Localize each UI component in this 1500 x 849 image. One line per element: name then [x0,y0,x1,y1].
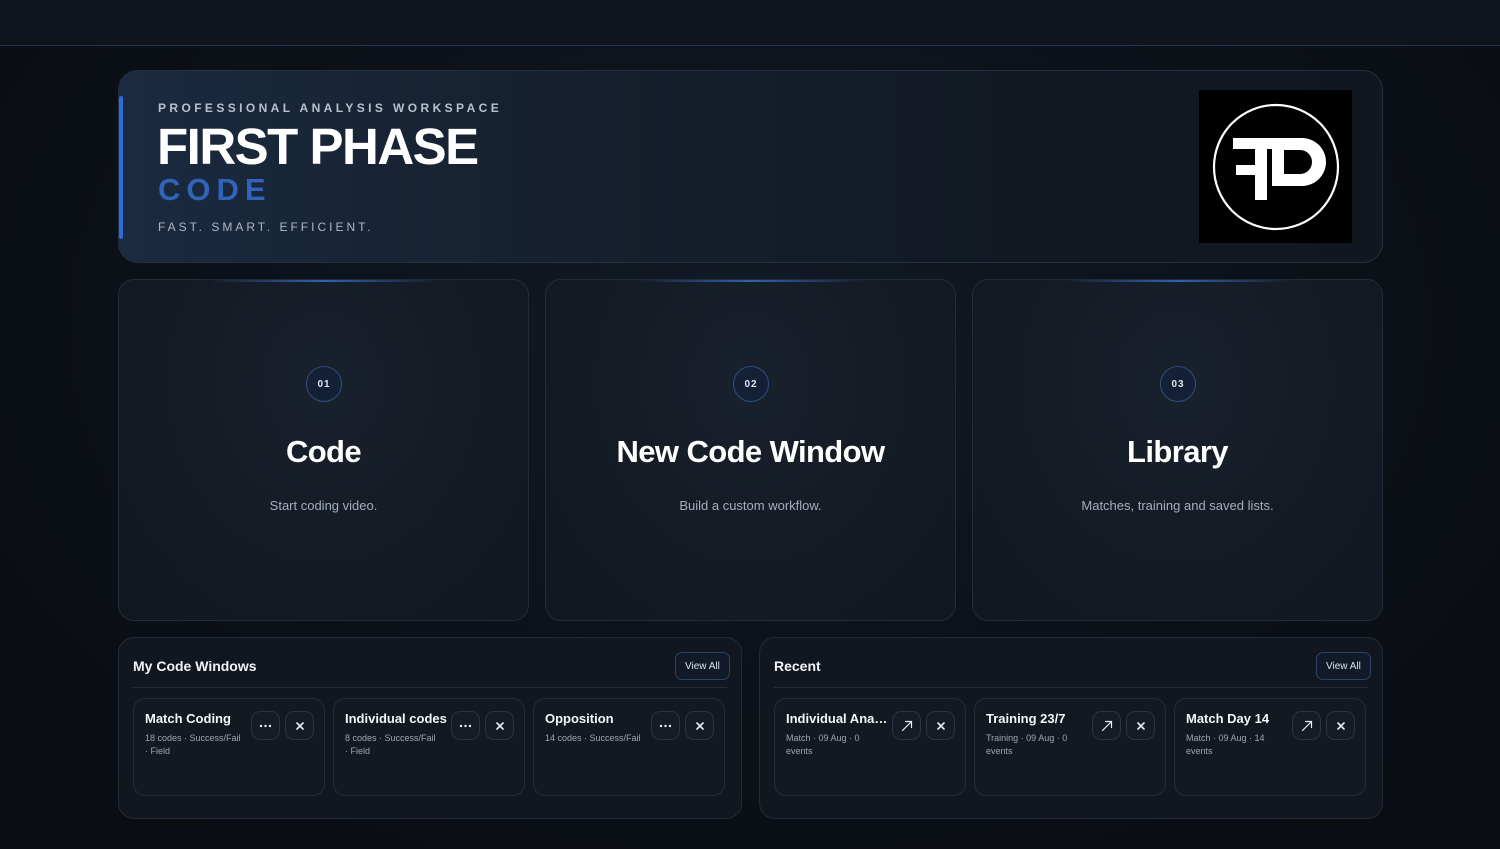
close-icon [495,721,504,730]
hero-tagline: FAST. SMART. EFFICIENT. [158,220,374,234]
item-meta: 14 codes · Success/Fail [545,733,641,743]
more-options-button[interactable] [651,711,680,740]
close-icon [936,721,945,730]
remove-button[interactable] [1326,711,1355,740]
item-title: Individual Analysis [786,711,890,726]
close-icon [695,721,704,730]
hero-accent-bar [119,96,123,239]
more-options-button[interactable] [451,711,480,740]
view-all-code-windows-button[interactable]: View All [675,652,730,680]
code-window-item[interactable]: Opposition 14 codes · Success/Fail [533,698,725,796]
item-title: Match Coding [145,711,231,726]
card-title: Library [1127,434,1229,469]
panel-divider [774,687,1368,688]
item-meta: Match · 09 Aug · 0 events [786,733,860,756]
item-title: Match Day 14 [1186,711,1270,726]
remove-button[interactable] [1126,711,1155,740]
panel-title: Recent [774,658,821,674]
code-window-item[interactable]: Match Coding 18 codes · Success/Fail · F… [133,698,325,796]
card-number-badge: 03 [1160,366,1196,402]
remove-button[interactable] [485,711,514,740]
remove-button[interactable] [685,711,714,740]
item-title: Individual codes [345,711,447,726]
close-icon [295,721,304,730]
card-number-badge: 01 [306,366,342,402]
card-title: Code [285,434,362,469]
panel-title: My Code Windows [133,658,257,674]
open-button[interactable] [1292,711,1321,740]
view-all-recent-button[interactable]: View All [1316,652,1371,680]
item-meta: Match · 09 Aug · 14 events [1186,733,1265,756]
card-number-badge: 02 [733,366,769,402]
open-button[interactable] [892,711,921,740]
close-icon [1136,721,1145,730]
recent-item[interactable]: Individual Analysis Match · 09 Aug · 0 e… [774,698,966,796]
recent-panel: Recent View All Individual Analysis Matc… [759,637,1383,819]
item-title: Training 23/7 [986,711,1066,726]
open-arrow-icon [1101,720,1112,731]
more-options-button[interactable] [251,711,280,740]
more-icon [459,724,472,727]
card-description: Start coding video. [269,498,378,513]
open-button[interactable] [1092,711,1121,740]
top-bar [0,0,1500,46]
new-code-window-card[interactable]: 02 New Code Window Build a custom workfl… [545,279,956,621]
fp-logo-icon [1212,103,1339,230]
close-icon [1336,721,1345,730]
item-meta: Training · 09 Aug · 0 events [986,733,1068,756]
page-title: FIRST PHASE [157,118,479,175]
remove-button[interactable] [285,711,314,740]
recent-item[interactable]: Match Day 14 Match · 09 Aug · 14 events [1174,698,1366,796]
more-icon [259,724,272,727]
recent-item[interactable]: Training 23/7 Training · 09 Aug · 0 even… [974,698,1166,796]
card-title: New Code Window [616,434,886,469]
item-meta: 8 codes · Success/Fail · Field [345,733,436,756]
item-meta: 18 codes · Success/Fail · Field [145,733,241,756]
card-description: Matches, training and saved lists. [1081,498,1274,513]
code-window-item[interactable]: Individual codes 8 codes · Success/Fail … [333,698,525,796]
my-code-windows-panel: My Code Windows View All Match Coding 18… [118,637,742,819]
action-cards: 01 Code Start coding video. 02 New Code … [118,279,1383,621]
open-arrow-icon [901,720,912,731]
remove-button[interactable] [926,711,955,740]
open-arrow-icon [1301,720,1312,731]
page-subtitle: CODE [158,172,272,207]
code-card[interactable]: 01 Code Start coding video. [118,279,529,621]
item-title: Opposition [545,711,614,726]
card-description: Build a custom workflow. [679,498,822,513]
library-card[interactable]: 03 Library Matches, training and saved l… [972,279,1383,621]
panel-divider [133,687,727,688]
brand-logo [1199,90,1352,243]
hero-eyebrow: PROFESSIONAL ANALYSIS WORKSPACE [158,101,503,115]
more-icon [659,724,672,727]
hero-banner: PROFESSIONAL ANALYSIS WORKSPACE FIRST PH… [118,70,1383,263]
